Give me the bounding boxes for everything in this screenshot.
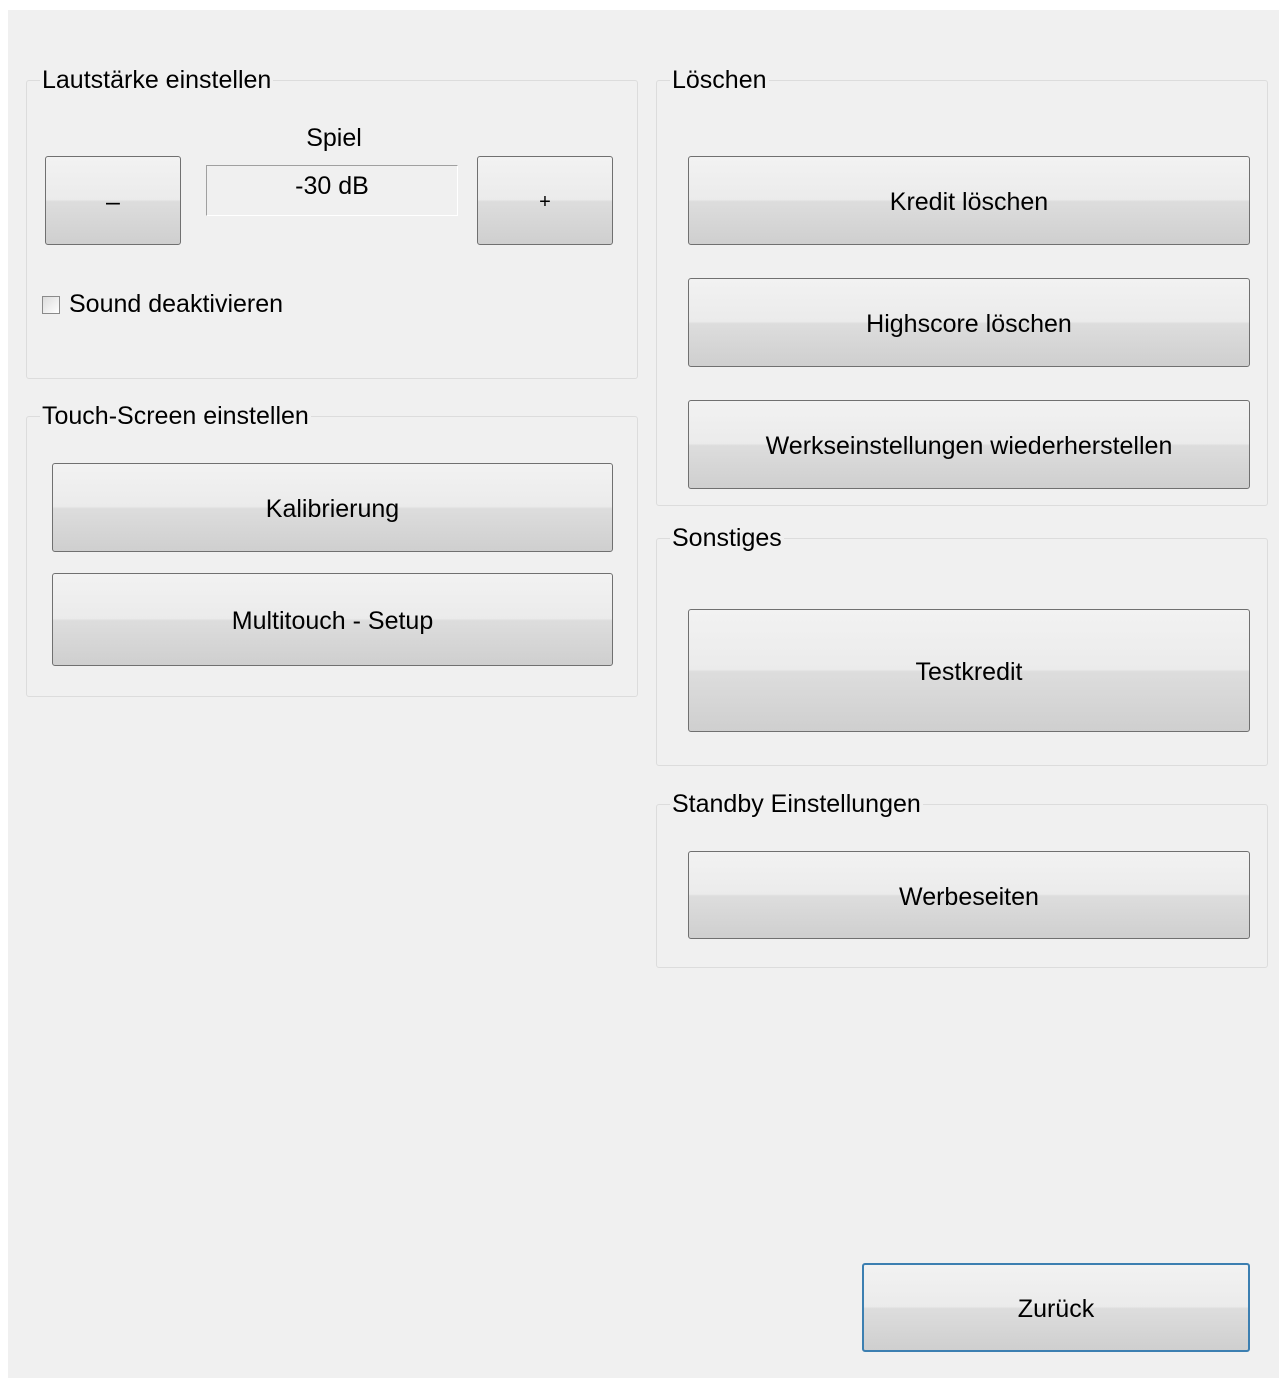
multitouch-setup-button-label: Multitouch - Setup bbox=[231, 607, 434, 635]
volume-down-button[interactable]: – bbox=[45, 156, 181, 245]
clear-highscore-button-label: Highscore löschen bbox=[866, 310, 1072, 338]
ad-pages-button-label: Werbeseiten bbox=[899, 882, 1039, 911]
calibration-button-label: Kalibrierung bbox=[265, 495, 400, 523]
volume-up-button[interactable]: + bbox=[477, 156, 613, 245]
checkbox-box[interactable] bbox=[42, 295, 60, 314]
clear-credit-button[interactable]: Kredit löschen bbox=[688, 156, 1250, 245]
back-button-label: Zurück bbox=[1017, 1295, 1095, 1323]
test-credit-button-label: Testkredit bbox=[915, 658, 1023, 686]
settings-window: Lautstärke einstellen Spiel – -30 dB + S… bbox=[8, 10, 1279, 1378]
factory-reset-button[interactable]: Werkseinstellungen wiederherstellen bbox=[688, 400, 1250, 489]
multitouch-setup-button[interactable]: Multitouch - Setup bbox=[52, 573, 613, 666]
plus-icon: + bbox=[539, 191, 551, 213]
factory-reset-button-label: Werkseinstellungen wiederherstellen bbox=[765, 432, 1173, 460]
delete-group-title: Löschen bbox=[670, 66, 769, 94]
calibration-button[interactable]: Kalibrierung bbox=[52, 463, 613, 552]
minus-icon: – bbox=[106, 188, 120, 216]
clear-highscore-button[interactable]: Highscore löschen bbox=[688, 278, 1250, 367]
volume-group-title: Lautstärke einstellen bbox=[40, 66, 274, 94]
misc-group-title: Sonstiges bbox=[670, 524, 784, 552]
back-button[interactable]: Zurück bbox=[862, 1263, 1250, 1352]
touchscreen-group-title: Touch-Screen einstellen bbox=[40, 402, 311, 430]
ad-pages-button[interactable]: Werbeseiten bbox=[688, 851, 1250, 939]
mute-sound-label: Sound deaktivieren bbox=[69, 290, 284, 318]
standby-group-title: Standby Einstellungen bbox=[670, 790, 923, 818]
clear-credit-button-label: Kredit löschen bbox=[889, 188, 1049, 216]
volume-value-display: -30 dB bbox=[206, 165, 458, 216]
volume-channel-label: Spiel bbox=[306, 124, 362, 152]
test-credit-button[interactable]: Testkredit bbox=[688, 609, 1250, 732]
mute-sound-checkbox[interactable]: Sound deaktivieren bbox=[42, 290, 283, 319]
